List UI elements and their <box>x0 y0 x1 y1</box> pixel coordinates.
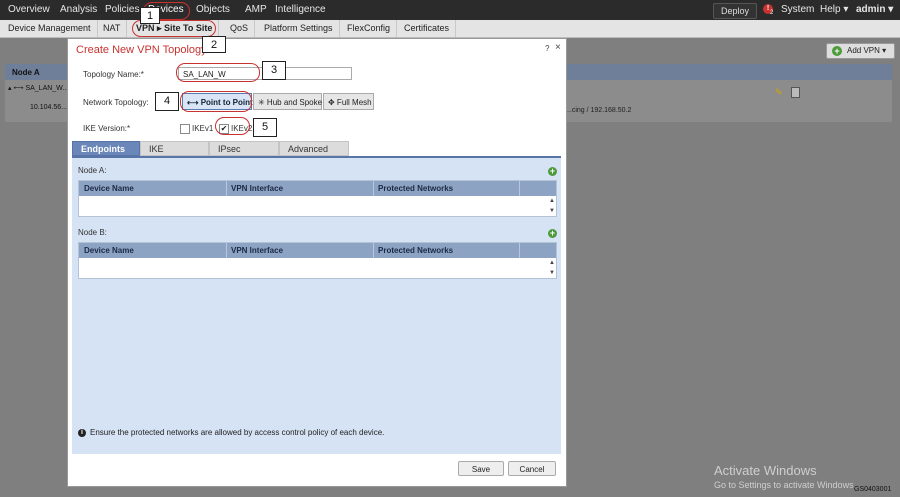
alert-count: 2 <box>770 10 774 16</box>
scroll-down-icon[interactable]: ▼ <box>549 208 555 214</box>
tab-endpoints[interactable]: Endpoints <box>72 141 140 156</box>
column-divider <box>226 181 227 196</box>
hub-and-spoke-option[interactable]: ✳ Hub and Spoke <box>253 93 322 110</box>
topology-row-endpoint: 10.104.56... <box>30 104 67 111</box>
activate-windows-subtitle: Go to Settings to activate Windows. <box>714 480 857 490</box>
callout-step-3: 3 <box>262 61 286 80</box>
subnav-qos[interactable]: QoS <box>224 20 256 37</box>
subnav-platform-settings[interactable]: Platform Settings <box>258 20 340 37</box>
node-a-label: Node A: <box>78 166 107 175</box>
add-vpn-button[interactable]: + Add VPN ▾ <box>826 43 895 59</box>
scroll-down-icon[interactable]: ▼ <box>549 270 555 276</box>
column-divider <box>519 243 520 258</box>
close-icon[interactable]: × <box>555 42 561 53</box>
column-protected-networks: Protected Networks <box>378 246 454 255</box>
node-a-table: Device Name VPN Interface Protected Netw… <box>78 180 557 217</box>
topology-row-node-b: ...cing / 192.168.50.2 <box>566 107 632 114</box>
topology-row-name[interactable]: ▴ ⟷ SA_LAN_W... <box>8 84 68 92</box>
callout-step-1: 1 <box>140 7 160 24</box>
ike-version-label: IKE Version:* <box>83 124 131 133</box>
column-vpn-interface: VPN Interface <box>231 246 284 255</box>
dialog-title: Create New VPN Topology <box>76 44 207 56</box>
user-menu[interactable]: admin ▾ <box>856 4 893 15</box>
highlight-point-to-point <box>180 91 252 112</box>
column-divider <box>373 181 374 196</box>
deploy-button[interactable]: Deploy <box>713 3 757 19</box>
add-node-b-icon[interactable]: + <box>548 229 557 238</box>
topology-name-label: Topology Name:* <box>83 70 144 79</box>
column-divider <box>519 181 520 196</box>
tab-ipsec[interactable]: IPsec <box>209 141 279 156</box>
nav-overview[interactable]: Overview <box>8 4 50 15</box>
endpoints-panel: Node A: + Device Name VPN Interface Prot… <box>72 156 561 454</box>
node-a-table-header: Device Name VPN Interface Protected Netw… <box>79 181 556 196</box>
node-b-label: Node B: <box>78 228 107 237</box>
delete-trash-icon[interactable] <box>791 87 800 98</box>
image-code: GS0403001 <box>854 486 892 493</box>
column-device-name: Device Name <box>84 184 134 193</box>
topology-tabs: Endpoints IKE IPsec Advanced <box>72 141 561 156</box>
nav-intelligence[interactable]: Intelligence <box>275 4 326 15</box>
highlight-ikev2 <box>215 117 250 135</box>
top-nav-bar: Overview Analysis Policies Devices Objec… <box>0 0 900 20</box>
column-protected-networks: Protected Networks <box>378 184 454 193</box>
callout-step-5: 5 <box>253 118 277 137</box>
column-node-a: Node A <box>12 68 40 77</box>
plus-icon: + <box>832 46 842 56</box>
add-vpn-label: Add VPN ▾ <box>847 46 887 55</box>
node-b-table-header: Device Name VPN Interface Protected Netw… <box>79 243 556 258</box>
tab-advanced[interactable]: Advanced <box>279 141 349 156</box>
activate-windows-title: Activate Windows <box>714 463 817 478</box>
nav-policies[interactable]: Policies <box>105 4 139 15</box>
subnav-certificates[interactable]: Certificates <box>398 20 457 37</box>
info-icon: i <box>78 429 86 437</box>
scroll-up-icon[interactable]: ▲ <box>549 260 555 266</box>
column-vpn-interface: VPN Interface <box>231 184 284 193</box>
callout-step-4: 4 <box>155 92 179 111</box>
nav-system[interactable]: System <box>781 4 814 15</box>
cancel-button[interactable]: Cancel <box>508 461 556 476</box>
edit-pencil-icon[interactable]: ✎ <box>775 88 784 97</box>
node-b-table: Device Name VPN Interface Protected Netw… <box>78 242 557 279</box>
column-divider <box>373 243 374 258</box>
nav-objects[interactable]: Objects <box>196 4 230 15</box>
save-button[interactable]: Save <box>458 461 504 476</box>
full-mesh-option[interactable]: ✥ Full Mesh <box>323 93 374 110</box>
subnav-nat[interactable]: NAT <box>97 20 128 37</box>
help-icon[interactable]: ? <box>545 44 549 53</box>
subnav-flexconfig[interactable]: FlexConfig <box>341 20 398 37</box>
subnav-device-management[interactable]: Device Management <box>2 20 98 37</box>
column-device-name: Device Name <box>84 246 134 255</box>
protected-networks-note: Ensure the protected networks are allowe… <box>90 428 385 437</box>
highlight-topology-name <box>176 63 260 82</box>
nav-analysis[interactable]: Analysis <box>60 4 97 15</box>
scroll-up-icon[interactable]: ▲ <box>549 198 555 204</box>
tab-ike[interactable]: IKE <box>140 141 209 156</box>
ikev1-label: IKEv1 <box>192 124 214 133</box>
nav-amp[interactable]: AMP <box>245 4 267 15</box>
column-divider <box>226 243 227 258</box>
callout-step-2: 2 <box>202 36 226 53</box>
add-node-a-icon[interactable]: + <box>548 167 557 176</box>
ikev1-checkbox[interactable] <box>180 124 190 134</box>
nav-help[interactable]: Help ▾ <box>820 4 848 15</box>
network-topology-label: Network Topology: <box>83 98 149 107</box>
create-vpn-topology-dialog: Create New VPN Topology ? × Topology Nam… <box>67 38 567 487</box>
